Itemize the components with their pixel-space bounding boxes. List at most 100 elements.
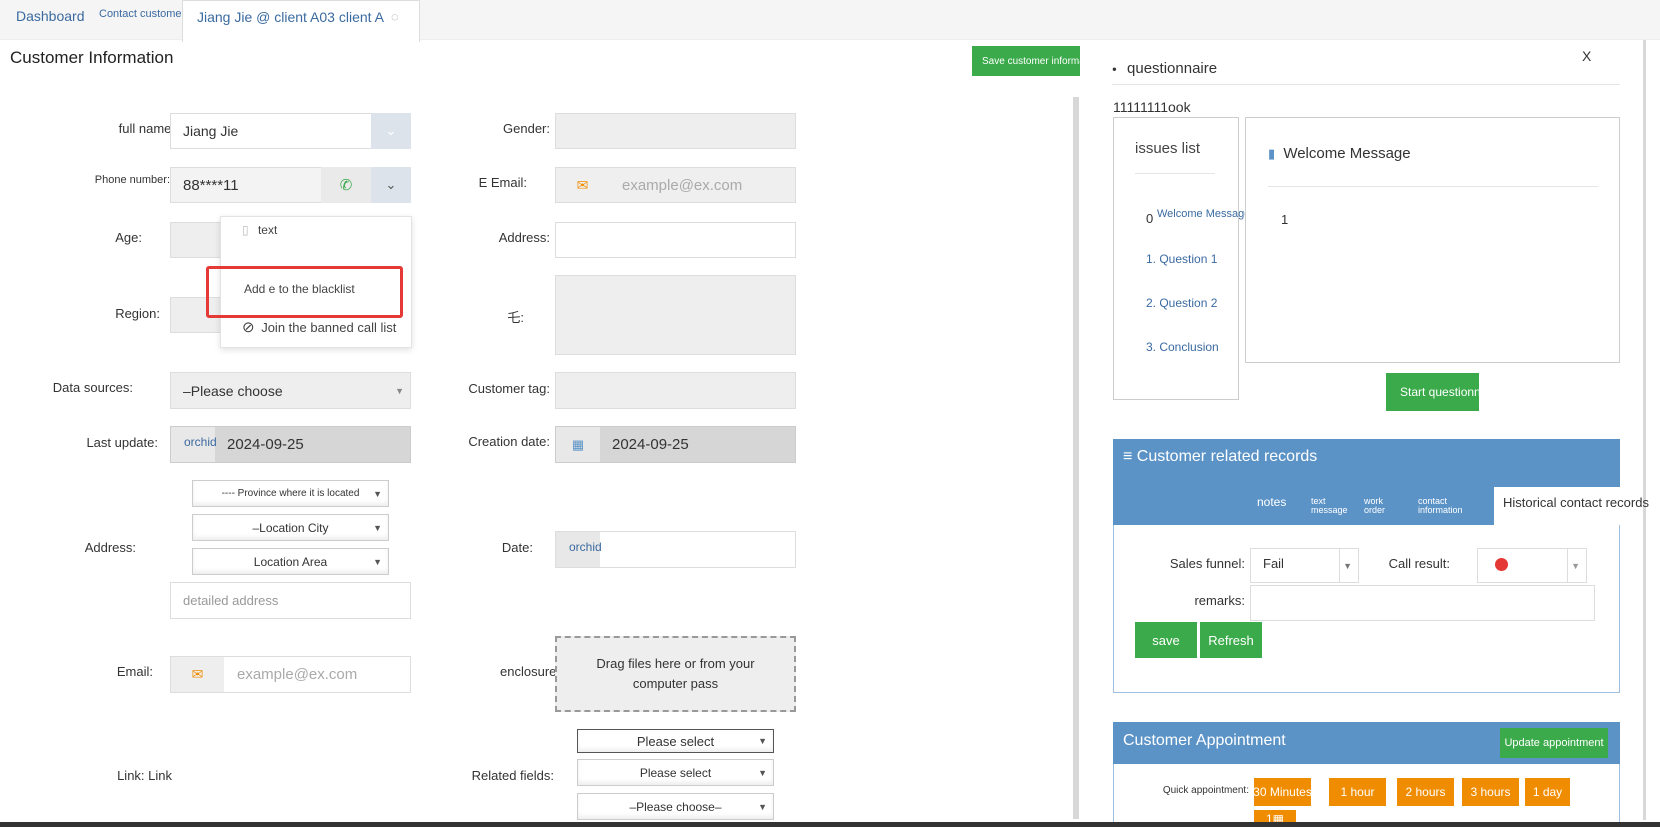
label-gender: Gender: xyxy=(503,121,550,136)
update-appointment-button[interactable]: Update appointment xyxy=(1500,728,1608,758)
tab-dashboard[interactable]: Dashboard xyxy=(16,8,85,24)
label-full-name: full name: xyxy=(118,121,175,136)
save-customer-button[interactable]: Save customer information xyxy=(972,46,1080,76)
quick-appointment-3-hours[interactable]: 3 hours xyxy=(1462,778,1519,806)
chevron-down-icon: ⌄ xyxy=(385,123,397,138)
label-enclosure: enclosure: xyxy=(500,664,560,679)
sales-funnel-select[interactable]: Fail ▼ xyxy=(1250,548,1359,583)
bottom-edge xyxy=(0,822,1660,827)
records-refresh-button[interactable]: Refresh xyxy=(1200,622,1262,658)
ban-icon: ⊘ xyxy=(242,319,255,336)
file-drop-zone[interactable]: Drag files here or from your computer pa… xyxy=(555,636,796,712)
tab-contact-customers[interactable]: Contact customers xyxy=(99,8,191,20)
related-select-2-value: Please select xyxy=(639,765,712,780)
issue-item-question-2[interactable]: 2. Question 2 xyxy=(1146,296,1217,310)
related-select-1[interactable]: Please select ▼ xyxy=(577,729,774,753)
left-pane-scrollbar[interactable] xyxy=(1073,97,1079,819)
tab-current-label: Jiang Jie @ client A03 client A xyxy=(197,9,384,25)
quick-appointment-30-minutes[interactable]: 30 Minutes xyxy=(1254,778,1311,806)
detailed-address-input[interactable]: detailed address xyxy=(170,582,411,619)
city-select[interactable]: –Location City ▼ xyxy=(192,514,389,541)
page-title: Customer Information xyxy=(10,48,174,67)
call-button[interactable]: ✆ xyxy=(321,167,371,203)
envelope-icon: ✉ xyxy=(171,657,224,692)
area-select-value: Location Area xyxy=(253,554,328,569)
chevron-down-icon: ⌄ xyxy=(385,177,397,192)
related-select-3[interactable]: –Please choose– ▼ xyxy=(577,793,774,820)
related-select-2[interactable]: Please select ▼ xyxy=(577,759,774,786)
data-sources-select[interactable]: –Please choose ▼ xyxy=(170,372,411,409)
issue-item-conclusion[interactable]: 3. Conclusion xyxy=(1146,340,1219,354)
records-tab-work-order[interactable]: work order xyxy=(1364,497,1394,515)
bullet-icon: ● xyxy=(1112,64,1117,74)
caret-down-icon: ▼ xyxy=(758,801,767,812)
quick-appointment-1-day[interactable]: 1 day xyxy=(1525,778,1570,806)
refresh-icon[interactable]: ◌ xyxy=(391,9,399,24)
divider xyxy=(1268,186,1598,187)
area-select[interactable]: Location Area ▼ xyxy=(192,548,389,575)
address-input[interactable] xyxy=(555,222,796,258)
document-icon: ▯ xyxy=(242,223,249,237)
notes-textarea[interactable] xyxy=(555,275,796,355)
label-sales-funnel: Sales funnel: xyxy=(1169,556,1245,571)
date-prefix: orchid xyxy=(556,532,602,567)
close-questionnaire-button[interactable]: X xyxy=(1582,48,1591,64)
tab-current-customer[interactable]: Jiang Jie @ client A03 client A ◌ xyxy=(182,0,420,42)
call-result-select[interactable]: ▼ xyxy=(1477,548,1587,583)
quick-appointment-2-hours[interactable]: 2 hours xyxy=(1397,778,1454,806)
quick-appointment-1-hour[interactable]: 1 hour xyxy=(1329,778,1386,806)
label-related-fields: Related fields: xyxy=(471,768,554,783)
creation-date-input[interactable]: ▦ 2024-09-25 xyxy=(555,426,796,463)
divider xyxy=(1567,549,1568,582)
welcome-message-title-text: Welcome Message xyxy=(1283,145,1411,162)
dropdown-item-text[interactable]: ▯ text xyxy=(242,223,277,237)
issue-item-0-number: 0 xyxy=(1146,211,1154,226)
issues-list-title: issues list xyxy=(1135,140,1201,157)
envelope-icon: ✉ xyxy=(576,176,589,193)
caret-down-icon: ▼ xyxy=(758,767,767,778)
issue-item-welcome[interactable]: Welcome Message xyxy=(1157,208,1250,220)
date-input[interactable]: orchid xyxy=(555,531,796,568)
questionnaire-code: 11111111ook xyxy=(1113,99,1191,115)
records-tab-notes[interactable]: notes xyxy=(1257,495,1286,509)
province-select-value: ---- Province where it is located xyxy=(221,487,360,499)
label-creation-date: Creation date: xyxy=(468,434,550,449)
dropdown-item-text-label: text xyxy=(257,223,278,237)
records-tab-contact-info[interactable]: contact information xyxy=(1418,497,1478,515)
dropdown-item-banned[interactable]: ⊘ Join the banned call list xyxy=(242,318,396,336)
remarks-input[interactable] xyxy=(1250,585,1595,621)
caret-down-icon: ▼ xyxy=(1343,560,1352,571)
gender-input[interactable] xyxy=(555,113,796,149)
records-save-button[interactable]: save xyxy=(1135,622,1197,658)
label-call-result: Call result: xyxy=(1388,556,1450,571)
divider xyxy=(1112,84,1620,85)
dropdown-item-blacklist[interactable]: Add e to the blacklist xyxy=(244,282,355,296)
email-input[interactable]: ✉ example@ex.com xyxy=(170,656,411,693)
province-select[interactable]: ---- Province where it is located ▼ xyxy=(192,480,389,507)
last-update-input[interactable]: orchid 2024-09-25 xyxy=(170,426,411,463)
customer-tag-input[interactable] xyxy=(555,372,796,409)
full-name-dropdown-button[interactable]: ⌄ xyxy=(371,113,411,149)
e-email-input[interactable]: ✉ example@ex.com xyxy=(555,167,796,203)
full-name-value: Jiang Jie xyxy=(183,123,239,139)
issue-item-question-1[interactable]: 1. Question 1 xyxy=(1146,252,1217,266)
label-data-sources: Data sources: xyxy=(52,380,133,395)
right-pane-scrollbar[interactable] xyxy=(1643,40,1646,820)
start-questionnaire-button[interactable]: Start questionnaire xyxy=(1386,373,1479,411)
label-age: Age: xyxy=(115,230,142,245)
related-select-3-value: –Please choose– xyxy=(629,799,722,814)
phone-dropdown-button[interactable]: ⌄ xyxy=(371,167,411,203)
calendar-icon: ▦ xyxy=(556,427,600,462)
label-remarks: remarks: xyxy=(1194,593,1245,608)
caret-down-icon: ▼ xyxy=(373,522,382,533)
records-tab-text-message[interactable]: text message xyxy=(1311,497,1351,515)
label-email: Email: xyxy=(116,664,153,679)
questionnaire-title: ● questionnaire xyxy=(1112,60,1217,77)
email-placeholder: example@ex.com xyxy=(237,666,358,683)
records-tab-historical[interactable]: Historical contact records xyxy=(1494,487,1649,525)
detailed-address-placeholder: detailed address xyxy=(183,593,279,608)
caret-down-icon: ▼ xyxy=(395,385,404,396)
label-region: Region: xyxy=(115,306,160,321)
phone-value: 88****11 xyxy=(183,176,239,194)
document-icon: ▮ xyxy=(1268,146,1276,161)
